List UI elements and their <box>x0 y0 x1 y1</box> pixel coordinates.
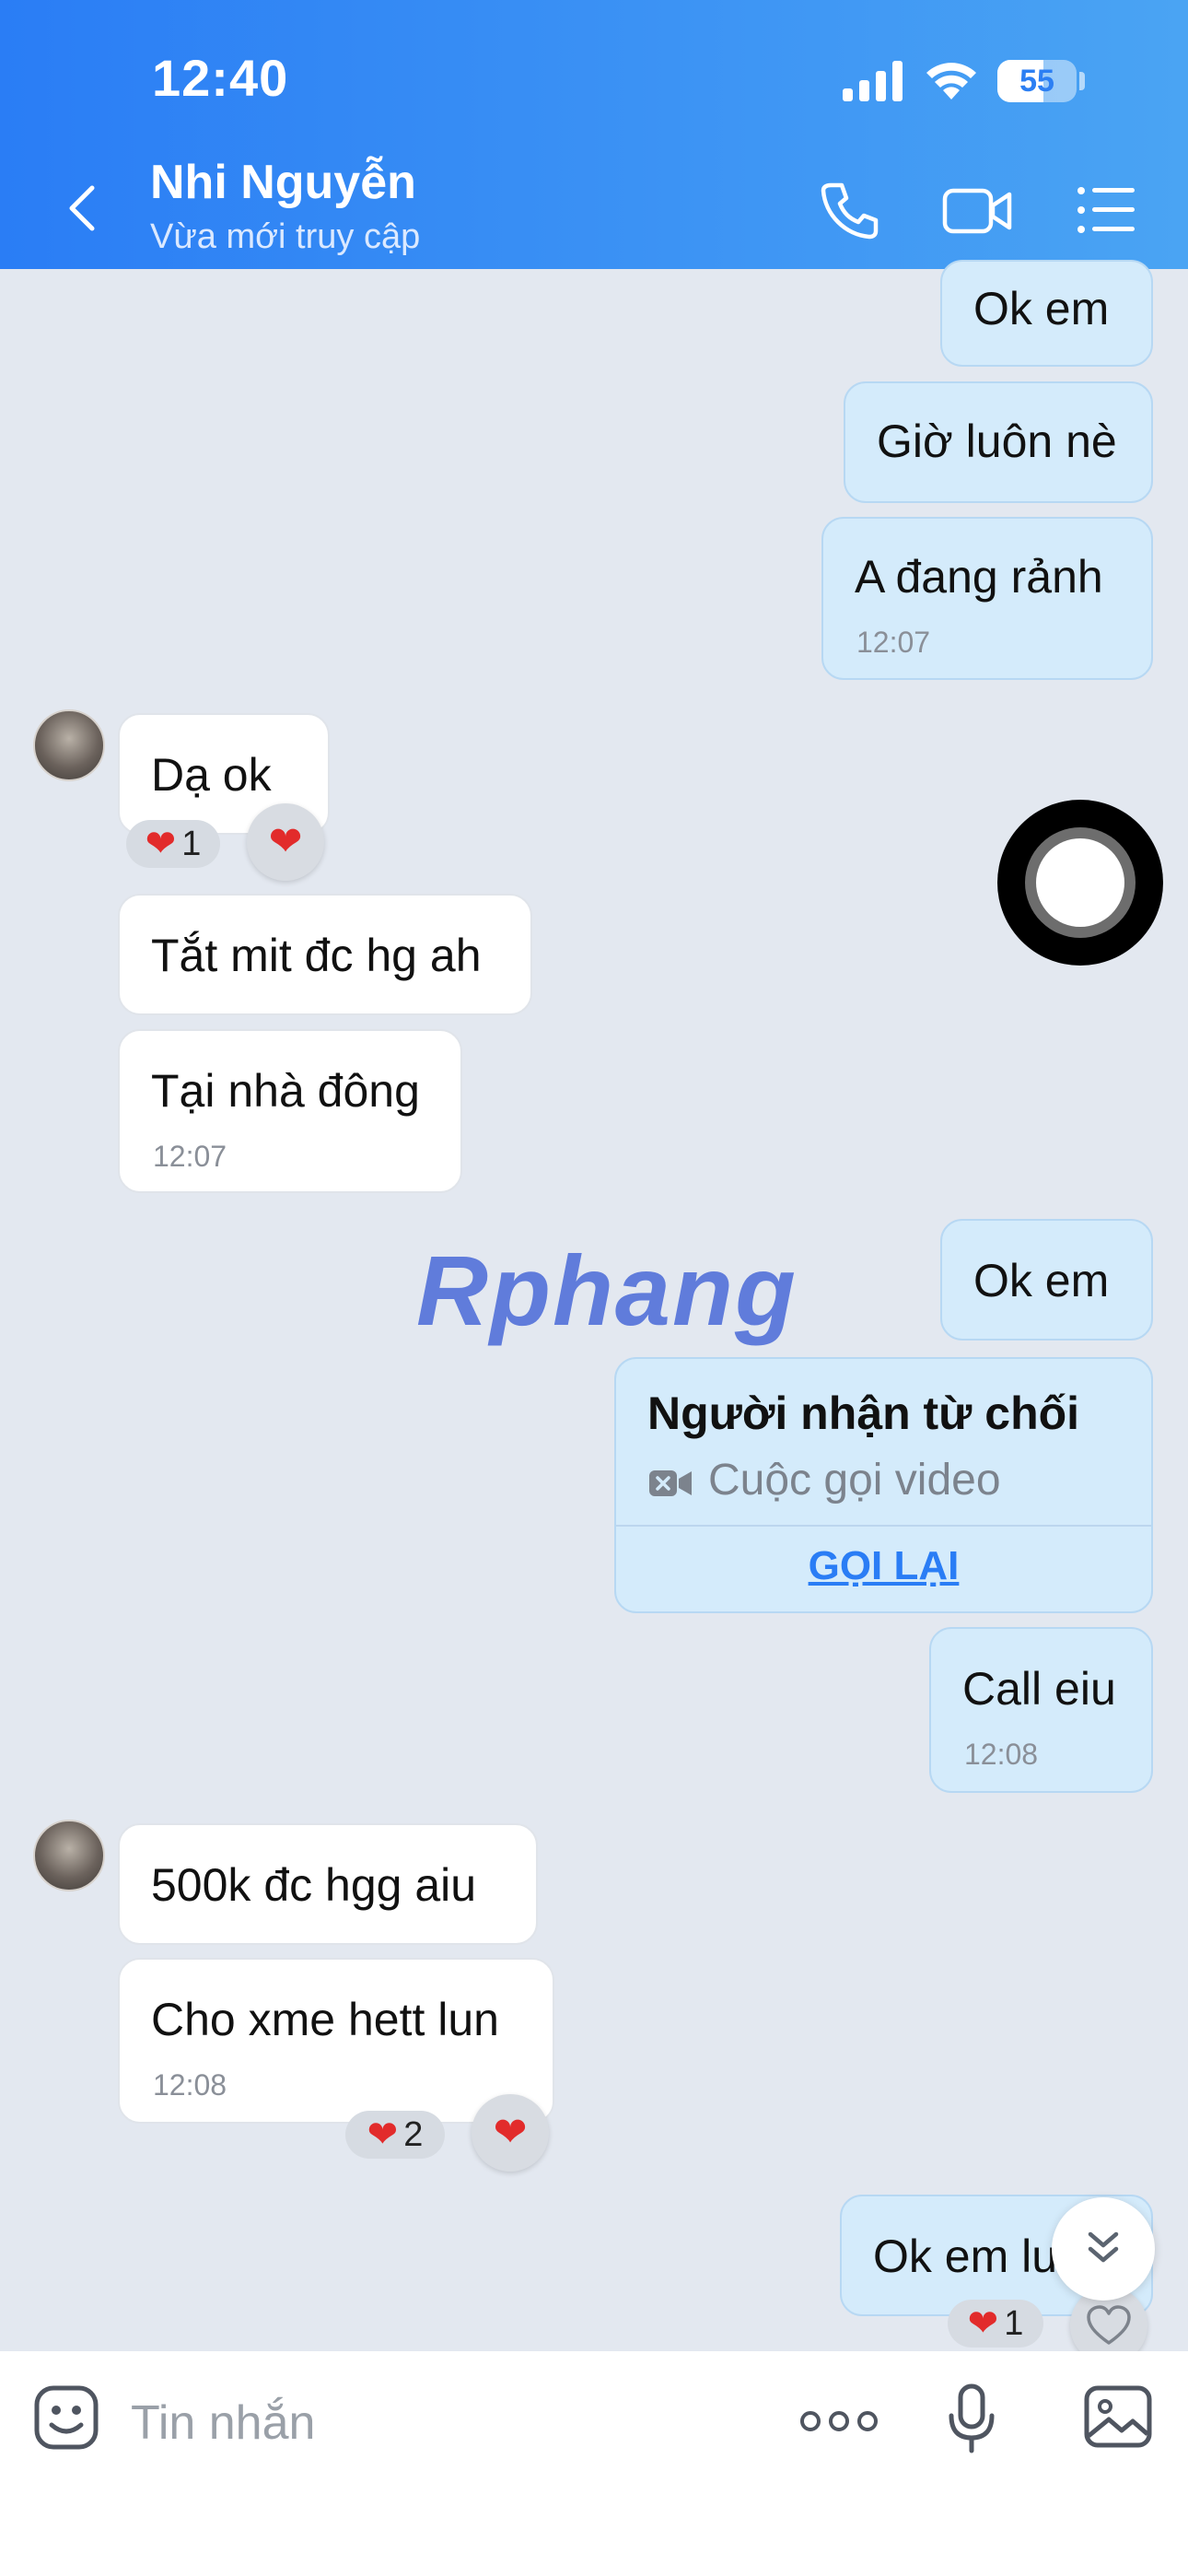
reaction-count: 1 <box>181 824 202 863</box>
heart-icon: ❤ <box>967 2303 999 2344</box>
message-outgoing[interactable]: Call eiu 12:08 <box>929 1627 1153 1793</box>
message-input[interactable]: Tin nhắn <box>131 2395 315 2451</box>
signal-icon <box>843 61 903 101</box>
chat-header: 12:40 55 Nhi Nguyễn Vừa mới truy cập <box>0 0 1188 269</box>
message-input-bar: Tin nhắn <box>0 2351 1188 2576</box>
microphone-icon[interactable] <box>947 2383 996 2456</box>
reaction-count: 2 <box>403 2114 424 2154</box>
double-chevron-down-icon <box>1088 2231 1119 2263</box>
message-text: Call eiu <box>962 1663 1116 1715</box>
message-outgoing[interactable]: A đang rảnh 12:07 <box>821 517 1153 680</box>
battery-level: 55 <box>1019 64 1054 99</box>
heart-icon: ❤ <box>145 824 177 864</box>
reaction-summary[interactable]: ❤ 1 <box>948 2300 1043 2348</box>
message-incoming[interactable]: Cho xme hett lun 12:08 <box>118 1958 554 2124</box>
battery-icon: 55 <box>997 60 1077 102</box>
message-text: Tắt mit đc hg ah <box>151 930 482 981</box>
message-time: 12:08 <box>153 2068 227 2102</box>
call-status-title: Người nhận từ chối <box>647 1388 1080 1439</box>
video-call-icon[interactable] <box>941 178 1013 242</box>
message-text: A đang rảnh <box>855 551 1103 603</box>
back-icon[interactable] <box>57 181 112 236</box>
scroll-to-bottom-button[interactable] <box>1052 2197 1155 2301</box>
react-heart-button[interactable]: ❤ <box>472 2094 549 2172</box>
message-incoming[interactable]: Tại nhà đông 12:07 <box>118 1029 462 1193</box>
message-text: Tại nhà đông <box>151 1065 420 1117</box>
phone-icon[interactable] <box>818 178 882 242</box>
message-text: 500k đc hgg aiu <box>151 1859 477 1911</box>
react-heart-button[interactable]: ❤ <box>247 803 324 881</box>
video-camera-icon <box>649 1470 692 1496</box>
message-text: Ok em lu <box>873 2231 1058 2282</box>
message-outgoing[interactable]: Ok em <box>940 1219 1153 1341</box>
contact-status: Vừa mới truy cập <box>150 217 421 256</box>
wifi-icon <box>926 63 976 100</box>
message-text: Ok em <box>973 1255 1110 1306</box>
sticker-emoji-icon[interactable] <box>33 2384 99 2451</box>
reaction-summary[interactable]: ❤ 1 <box>126 820 220 868</box>
message-text: Giờ luôn nè <box>877 416 1117 467</box>
message-time: 12:07 <box>153 1140 227 1173</box>
assistive-touch-button[interactable] <box>997 800 1163 966</box>
assistive-touch-core <box>1036 838 1124 927</box>
watermark-logo: Rphang <box>416 1235 798 1346</box>
contact-name[interactable]: Nhi Nguyễn <box>150 155 416 210</box>
image-gallery-icon[interactable] <box>1083 2384 1153 2449</box>
more-options-icon[interactable] <box>799 2410 879 2432</box>
contact-avatar[interactable] <box>33 1820 105 1891</box>
message-text: Dạ ok <box>151 749 272 801</box>
message-outgoing[interactable]: Giờ luôn nè <box>844 381 1153 503</box>
reaction-count: 1 <box>1004 2303 1024 2343</box>
menu-list-icon[interactable] <box>1074 178 1138 242</box>
heart-icon: ❤ <box>493 2110 528 2155</box>
message-outgoing[interactable]: Ok em <box>940 260 1153 367</box>
message-time: 12:08 <box>964 1738 1039 1771</box>
message-incoming[interactable]: 500k đc hgg aiu <box>118 1823 538 1945</box>
call-back-button[interactable]: GỌI LẠI <box>616 1543 1151 1589</box>
heart-outline-icon <box>1087 2305 1131 2345</box>
call-type: Cuộc gọi video <box>708 1456 1001 1505</box>
message-incoming[interactable]: Tắt mit đc hg ah <box>118 894 532 1015</box>
message-text: Ok em <box>973 283 1110 334</box>
reaction-summary[interactable]: ❤ 2 <box>345 2111 445 2159</box>
status-time: 12:40 <box>152 49 289 107</box>
message-time: 12:07 <box>856 626 931 659</box>
heart-icon: ❤ <box>268 819 303 864</box>
message-text: Cho xme hett lun <box>151 1994 499 2045</box>
heart-icon: ❤ <box>367 2114 399 2155</box>
missed-call-card: Người nhận từ chối Cuộc gọi video GỌI LẠ… <box>614 1357 1153 1613</box>
contact-avatar[interactable] <box>33 709 105 781</box>
divider <box>616 1525 1151 1527</box>
battery-tip <box>1079 72 1085 90</box>
